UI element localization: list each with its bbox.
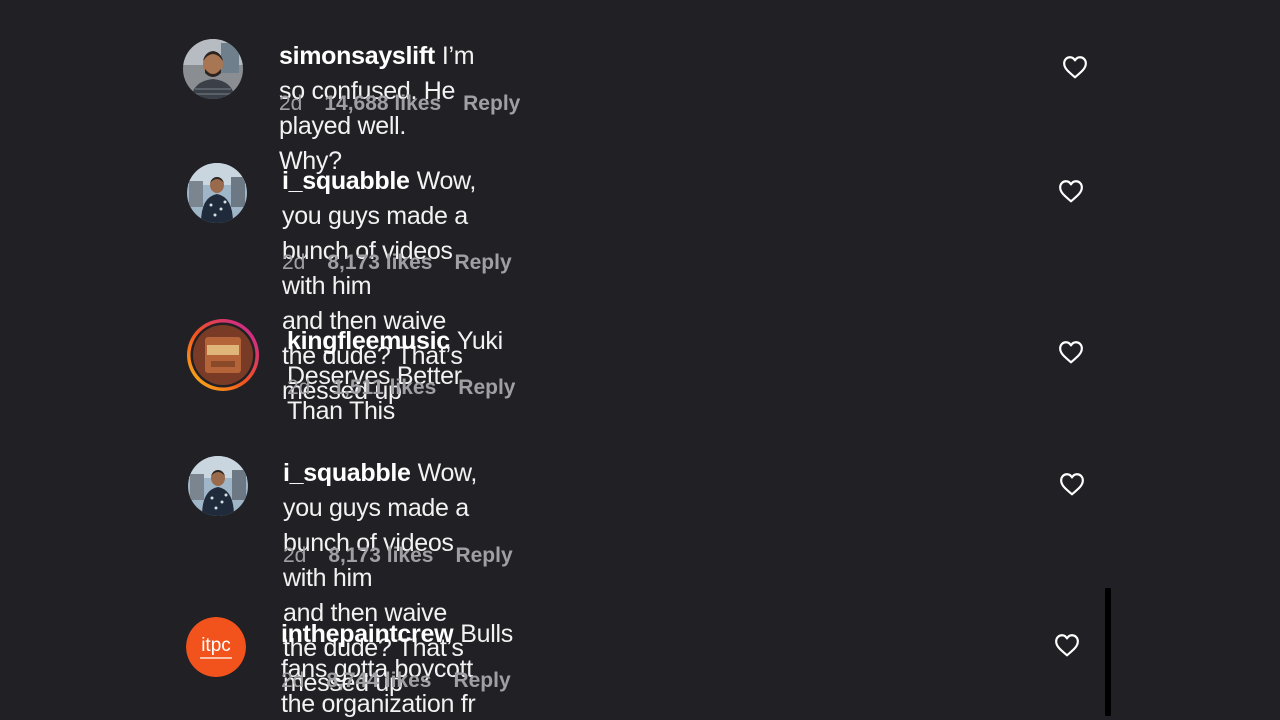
comment-username[interactable]: i_squabble <box>282 167 410 195</box>
avatar[interactable] <box>185 317 261 393</box>
story-ring-avatar <box>187 319 259 391</box>
comment-age: 2d <box>283 544 307 567</box>
person-photo-avatar <box>188 456 248 516</box>
person-photo-avatar <box>187 163 247 223</box>
comment-username[interactable]: inthepaintcrew <box>281 620 454 648</box>
reply-button[interactable]: Reply <box>454 251 511 275</box>
heart-icon[interactable] <box>1054 633 1080 657</box>
comment-likes[interactable]: 14,688 likes <box>324 92 441 116</box>
comment-meta: 2d 14,688 likes Reply <box>279 92 520 116</box>
comments-panel: simonsayslift I’m so confused. He played … <box>0 0 1280 720</box>
comment-age: 2d <box>287 376 311 399</box>
comment-username[interactable]: simonsayslift <box>279 42 435 70</box>
heart-icon[interactable] <box>1059 472 1085 496</box>
heart-icon[interactable] <box>1058 340 1084 364</box>
scrollbar[interactable] <box>1105 588 1111 716</box>
avatar[interactable] <box>188 456 248 516</box>
avatar[interactable] <box>187 163 247 223</box>
itpc-logo-avatar: itpc <box>186 617 246 677</box>
comment-likes[interactable]: 1,511 likes <box>332 376 436 400</box>
comment-meta: 2d 8,173 likes Reply <box>282 251 512 275</box>
avatar[interactable] <box>183 39 243 99</box>
comment-meta: 2d 8,173 likes Reply <box>283 544 513 568</box>
comment-likes[interactable]: 8,173 likes <box>327 251 432 275</box>
comment-age: 2d <box>282 251 306 274</box>
comment-meta: 2d 1,511 likes Reply <box>287 376 515 400</box>
reply-button[interactable]: Reply <box>463 92 520 116</box>
comment-username[interactable]: i_squabble <box>283 459 411 487</box>
itpc-logo-text: itpc <box>201 635 231 656</box>
comment-age: 2d <box>281 669 305 692</box>
reply-button[interactable]: Reply <box>455 544 512 568</box>
heart-icon[interactable] <box>1062 55 1088 79</box>
reply-button[interactable]: Reply <box>458 376 515 400</box>
comment-likes[interactable]: 8,173 likes <box>328 544 433 568</box>
person-photo-avatar <box>183 39 243 99</box>
comment-meta: 2d 8,744 likes Reply <box>281 669 511 693</box>
avatar[interactable]: itpc <box>186 617 246 677</box>
comment-likes[interactable]: 8,744 likes <box>326 669 431 693</box>
comment-age: 2d <box>279 92 303 115</box>
reply-button[interactable]: Reply <box>453 669 510 693</box>
comment-username[interactable]: kingfleemusic <box>287 327 450 355</box>
heart-icon[interactable] <box>1058 179 1084 203</box>
